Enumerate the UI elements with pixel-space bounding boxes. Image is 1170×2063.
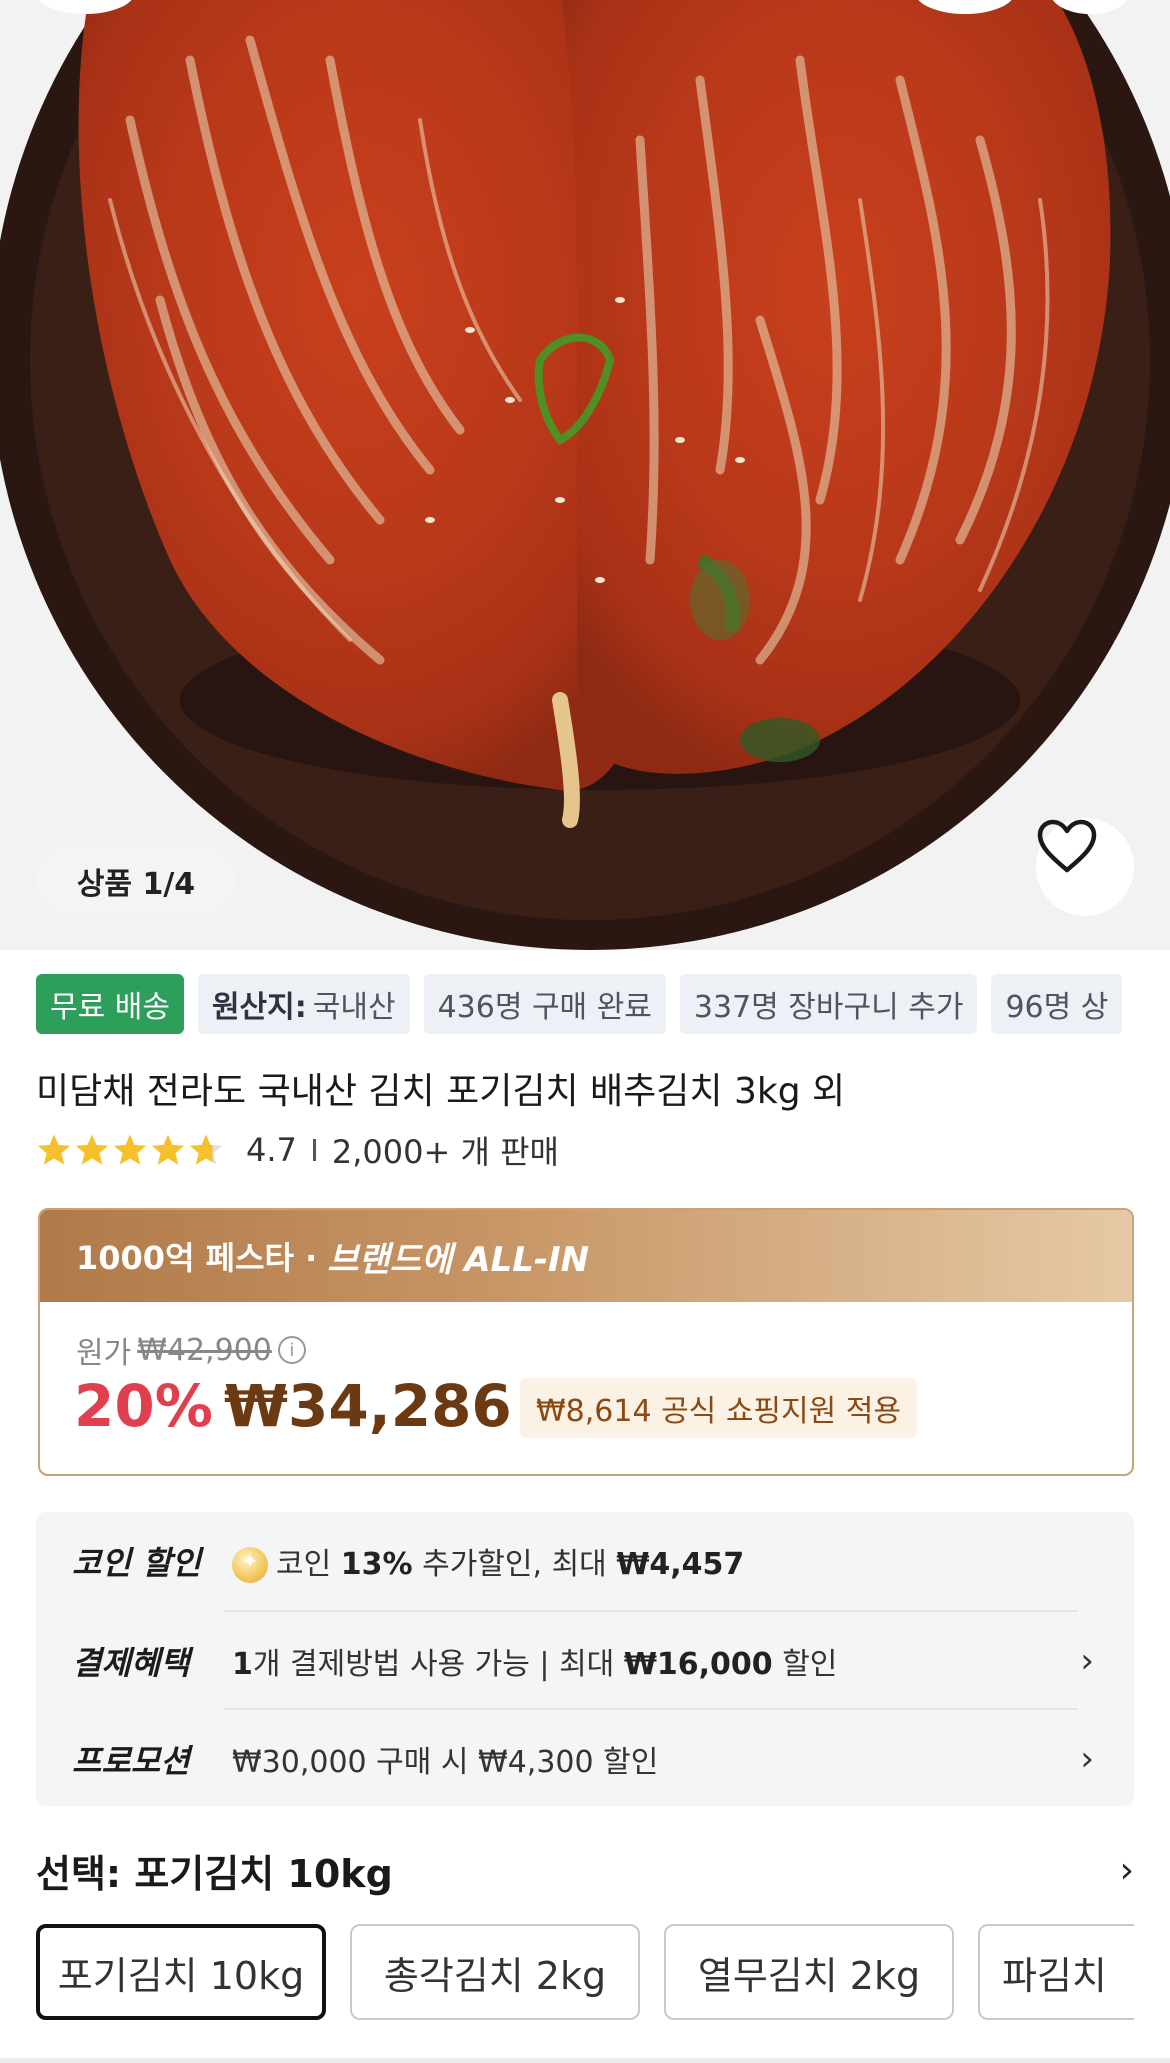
benefits-panel: 코인 할인 코인 13% 추가할인, 최대 ₩4,457 결제혜택 1개 결제방…: [36, 1512, 1134, 1806]
promo-banner[interactable]: 1000억 페스타 · 브랜드에 ALL-IN: [40, 1210, 1132, 1302]
option-list: 포기김치 10kg 총각김치 2kg 열무김치 2kg 파김치: [36, 1924, 1134, 2024]
price-card: 1000억 페스타 · 브랜드에 ALL-IN 원가 ₩42,900 i 20%…: [38, 1208, 1134, 1476]
heart-outline-icon: [1037, 819, 1097, 873]
rating-row[interactable]: 4.7 2,000+ 개 판매: [36, 1128, 559, 1172]
payment-benefit-label: 결제혜택: [72, 1644, 190, 1682]
coin-discount-row: 코인 할인 코인 13% 추가할인, 최대 ₩4,457: [72, 1512, 1094, 1610]
star-icon: [151, 1134, 185, 1165]
half-star-icon: [189, 1134, 223, 1165]
original-price: ₩42,900: [137, 1332, 272, 1368]
chevron-right-icon: ›: [1119, 1849, 1134, 1891]
festa-label: 1000억 페스타 ·: [76, 1239, 318, 1277]
option-button[interactable]: 열무김치 2kg: [664, 1924, 954, 2020]
free-shipping-badge: 무료 배송: [36, 974, 184, 1034]
option-button[interactable]: 총각김치 2kg: [350, 1924, 640, 2020]
kimchi-product-photo: [0, 0, 1170, 950]
coin-icon: [232, 1547, 268, 1584]
promotion-value: ₩30,000 구매 시 ₩4,300 할인: [232, 1745, 659, 1780]
divider: [312, 1139, 316, 1161]
sale-price: ₩34,286: [224, 1372, 512, 1440]
promotion-row[interactable]: 프로모션 ₩30,000 구매 시 ₩4,300 할인 ›: [72, 1710, 1094, 1808]
brand-all-in-label: 브랜드에 ALL-IN: [327, 1239, 590, 1280]
payment-count: 1: [232, 1647, 253, 1682]
payment-benefit-value: 1개 결제방법 사용 가능 | 최대 ₩16,000 할인: [232, 1639, 1080, 1683]
info-icon[interactable]: i: [277, 1336, 306, 1364]
coin-max: ₩4,457: [616, 1546, 745, 1582]
origin-tag: 원산지: 국내산: [197, 974, 410, 1034]
chevron-right-icon: ›: [1080, 1641, 1094, 1681]
coin-discount-label: 코인 할인: [72, 1544, 201, 1582]
sold-count: 2,000+ 개 판매: [331, 1133, 559, 1171]
payment-benefit-row[interactable]: 결제혜택 1개 결제방법 사용 가능 | 최대 ₩16,000 할인 ›: [72, 1612, 1094, 1710]
cart-count-tag: 337명 장바구니 추가: [679, 974, 978, 1034]
extra-count-tag: 96명 상: [991, 974, 1123, 1034]
purchase-count-tag: 436명 구매 완료: [423, 974, 666, 1034]
option-select-header[interactable]: 선택: 포기김치 10kg ›: [36, 1840, 1134, 1900]
origin-value: 국내산: [312, 990, 396, 1025]
rating-value: 4.7: [246, 1131, 297, 1169]
option-button-selected[interactable]: 포기김치 10kg: [36, 1924, 326, 2020]
product-title: 미담채 전라도 국내산 김치 포기김치 배추김치 3kg 외: [36, 1071, 846, 1112]
payment-suffix: 할인: [772, 1647, 838, 1682]
product-tags: 무료 배송 원산지: 국내산 436명 구매 완료 337명 장바구니 추가 9…: [36, 974, 1123, 1034]
star-icon: [113, 1134, 147, 1165]
original-price-label: 원가: [76, 1336, 132, 1371]
shopping-support-badge: ₩8,614 공식 쇼핑지원 적용: [520, 1378, 917, 1438]
selected-option-label: 선택: 포기김치 10kg: [36, 1851, 393, 1896]
favorite-button[interactable]: [1036, 818, 1134, 916]
section-divider: [0, 2058, 1170, 2063]
original-price-row: 원가 ₩42,900 i: [76, 1328, 306, 1372]
chevron-right-icon: ›: [1080, 1739, 1094, 1779]
coin-discount-value: 코인 13% 추가할인, 최대 ₩4,457: [232, 1539, 1094, 1584]
promotion-label: 프로모션: [72, 1742, 190, 1780]
coin-mid: 추가할인, 최대: [412, 1546, 617, 1582]
coin-prefix: 코인: [276, 1546, 341, 1582]
payment-mid: 개 결제방법 사용 가능 | 최대: [252, 1647, 624, 1682]
star-icon: [75, 1134, 109, 1165]
image-counter: 상품 1/4: [36, 848, 236, 914]
product-image-gallery[interactable]: 상품 1/4: [0, 0, 1170, 950]
star-rating: [36, 1133, 224, 1167]
origin-label: 원산지:: [211, 990, 307, 1025]
option-button[interactable]: 파김치: [978, 1924, 1134, 2020]
discount-rate: 20%: [74, 1372, 213, 1440]
coin-rate: 13%: [340, 1546, 413, 1582]
star-icon: [37, 1134, 71, 1165]
payment-amount: ₩16,000: [623, 1647, 773, 1682]
